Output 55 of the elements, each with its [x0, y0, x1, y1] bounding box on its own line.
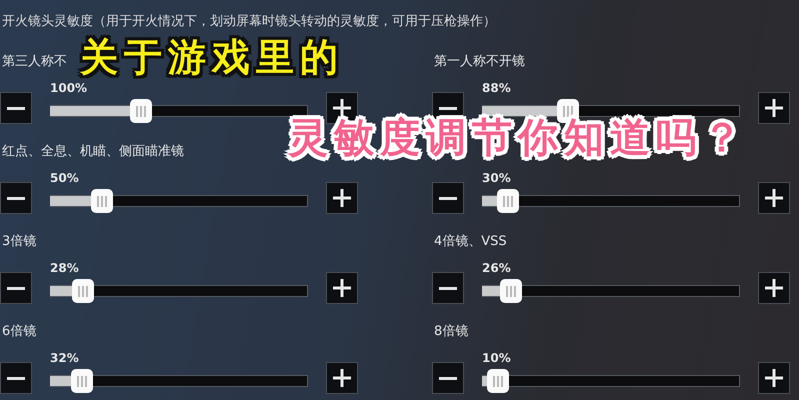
- minus-icon: [6, 286, 26, 290]
- plus-icon: [332, 98, 352, 118]
- decrease-button[interactable]: [0, 272, 32, 304]
- plus-icon: [332, 368, 352, 388]
- minus-icon: [438, 286, 458, 290]
- slider-handle[interactable]: [91, 189, 114, 213]
- plus-icon: [764, 278, 784, 298]
- increase-button[interactable]: [758, 92, 790, 124]
- minus-icon: [6, 196, 26, 200]
- decrease-button[interactable]: [0, 362, 32, 394]
- increase-button[interactable]: [326, 272, 358, 304]
- setting-label: 6倍镜: [1, 323, 36, 341]
- setting-label: 8倍镜: [433, 323, 468, 341]
- slider-value: 32%: [50, 350, 79, 366]
- minus-icon: [438, 106, 458, 110]
- plus-icon: [764, 368, 784, 388]
- setting-label: 第三人称不: [1, 53, 67, 71]
- minus-icon: [438, 196, 458, 200]
- minus-icon: [6, 106, 26, 110]
- slider-handle[interactable]: [487, 369, 510, 393]
- setting-label: 第一人称不开镜: [433, 53, 525, 71]
- decrease-button[interactable]: [432, 362, 464, 394]
- slider-handle[interactable]: [497, 189, 520, 213]
- minus-icon: [6, 376, 26, 380]
- slider-value: 100%: [50, 80, 88, 96]
- slider-handle[interactable]: [130, 99, 152, 123]
- increase-button[interactable]: [758, 272, 790, 304]
- slider-value: 10%: [482, 350, 511, 366]
- overlay-title: 关于游戏里的: [80, 38, 344, 76]
- increase-button[interactable]: [326, 362, 358, 394]
- slider-handle[interactable]: [500, 279, 522, 303]
- increase-button[interactable]: [758, 362, 790, 394]
- overlay-title: 灵敏度调节你知道吗？: [288, 118, 748, 158]
- setting-label: 3倍镜: [1, 233, 36, 251]
- setting-label: 红点、全息、机瞄、侧面瞄准镜: [1, 143, 184, 161]
- slider-value: 30%: [482, 170, 511, 186]
- slider-value: 28%: [50, 260, 79, 276]
- plus-icon: [764, 98, 784, 118]
- slider-value: 50%: [50, 170, 79, 186]
- decrease-button[interactable]: [0, 92, 32, 124]
- slider-handle[interactable]: [70, 369, 93, 393]
- increase-button[interactable]: [758, 182, 790, 214]
- slider-value: 88%: [482, 80, 511, 96]
- decrease-button[interactable]: [432, 182, 464, 214]
- decrease-button[interactable]: [0, 182, 32, 214]
- plus-icon: [332, 188, 352, 208]
- slider-handle[interactable]: [72, 279, 94, 303]
- slider-value: 26%: [482, 260, 511, 276]
- increase-button[interactable]: [326, 182, 358, 214]
- plus-icon: [764, 188, 784, 208]
- setting-label: 4倍镜、VSS: [433, 233, 507, 251]
- section-header: 开火镜头灵敏度（用于开火情况下，划动屏幕时镜头转动的灵敏度，可用于压枪操作）: [1, 13, 497, 31]
- minus-icon: [438, 376, 458, 380]
- plus-icon: [332, 278, 352, 298]
- decrease-button[interactable]: [432, 272, 464, 304]
